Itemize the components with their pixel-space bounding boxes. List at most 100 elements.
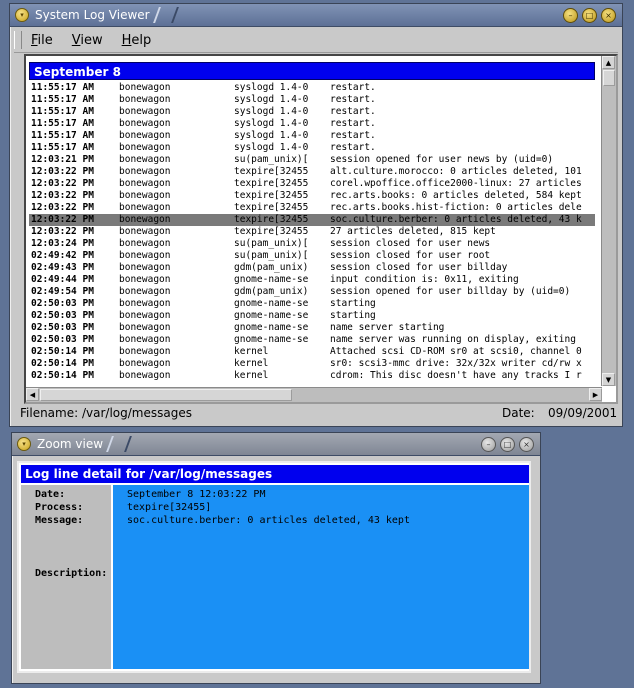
menubar-handle[interactable] <box>14 31 22 49</box>
scroll-up-icon[interactable]: ▲ <box>602 56 615 69</box>
log-row[interactable]: 11:55:17 AM bonewagon syslogd 1.4-0 restart… <box>29 130 595 142</box>
log-row[interactable]: 11:55:17 AM bonewagon syslogd 1.4-0 restart… <box>29 118 595 130</box>
window-menu-icon[interactable]: ▾ <box>15 8 29 22</box>
row-message: name server was running on display, exit… <box>330 334 576 345</box>
row-process: kernel <box>234 346 269 357</box>
row-process: texpire[32455 <box>234 166 309 177</box>
vertical-scroll-thumb[interactable] <box>603 70 615 86</box>
horizontal-scrollbar[interactable]: ◀ ▶ <box>26 387 602 402</box>
log-row[interactable]: 11:55:17 AM bonewagon syslogd 1.4-0 restart… <box>29 106 595 118</box>
row-process: kernel <box>234 370 269 381</box>
log-row[interactable]: 12:03:22 PM bonewagon texpire[32455 27 arti… <box>29 226 595 238</box>
row-time: 11:55:17 AM <box>31 82 94 93</box>
row-message: corel.wpoffice.office2000-linux: 27 arti… <box>330 178 582 189</box>
log-row[interactable]: 02:50:03 PM bonewagon gnome-name-se name se… <box>29 334 595 346</box>
log-row[interactable]: 12:03:24 PM bonewagon su(pam_unix)[session… <box>29 238 595 250</box>
row-message: soc.culture.berber: 0 articles deleted, … <box>330 214 582 225</box>
log-row[interactable]: 12:03:22 PM bonewagon texpire[32455 rec.art… <box>29 190 595 202</box>
row-host: bonewagon <box>119 262 171 273</box>
log-row[interactable]: 02:50:14 PM bonewagon kernel sr0: scsi3-mmc… <box>29 358 595 370</box>
log-row[interactable]: 11:55:17 AM bonewagon syslogd 1.4-0 restart… <box>29 142 595 154</box>
log-row[interactable]: 02:50:03 PM bonewagon gnome-name-se startin… <box>29 310 595 322</box>
close-icon[interactable]: × <box>601 8 616 23</box>
value-message: soc.culture.berber: 0 articles deleted, … <box>127 515 410 526</box>
row-message: rec.arts.books.hist-fiction: 0 articles … <box>330 202 582 213</box>
menu-file[interactable]: File <box>24 33 61 48</box>
log-row[interactable]: 02:49:44 PM bonewagon gnome-name-se input c… <box>29 274 595 286</box>
zoom-window-title: Zoom view <box>37 437 104 451</box>
row-time: 02:50:14 PM <box>31 346 94 357</box>
log-row[interactable]: 02:49:54 PM bonewagon gdm(pam_unix) session… <box>29 286 595 298</box>
row-message: starting <box>330 310 376 321</box>
log-row[interactable]: 12:03:22 PM bonewagon texpire[32455 alt.cul… <box>29 166 595 178</box>
log-row[interactable]: 02:50:14 PM bonewagon kernel Attached scsi … <box>29 346 595 358</box>
label-message: Message: <box>35 515 84 526</box>
log-row[interactable]: 12:03:21 PM bonewagon su(pam_unix)[session… <box>29 154 595 166</box>
row-process: texpire[32455 <box>234 190 309 201</box>
row-time: 02:50:03 PM <box>31 334 94 345</box>
scroll-down-icon[interactable]: ▼ <box>602 373 615 386</box>
scroll-right-icon[interactable]: ▶ <box>589 388 602 401</box>
row-time: 02:49:43 PM <box>31 262 94 273</box>
zoom-close-icon[interactable]: × <box>519 437 534 452</box>
log-row[interactable]: 12:03:22 PM bonewagon texpire[32455 corel.w… <box>29 178 595 190</box>
row-message: Attached scsi CD-ROM sr0 at scsi0, chann… <box>330 346 582 357</box>
log-row[interactable]: 02:50:03 PM bonewagon gnome-name-se name se… <box>29 322 595 334</box>
horizontal-scroll-thumb[interactable] <box>40 389 292 401</box>
minimize-icon[interactable]: – <box>563 8 578 23</box>
log-list[interactable]: September 8 11:55:17 AM bonewagon syslogd … <box>24 54 618 404</box>
zoom-minimize-icon[interactable]: – <box>481 437 496 452</box>
row-time: 11:55:17 AM <box>31 142 94 153</box>
menu-view[interactable]: View <box>65 33 111 48</box>
row-time: 12:03:22 PM <box>31 190 94 201</box>
row-process: syslogd 1.4-0 <box>234 82 309 93</box>
row-host: bonewagon <box>119 178 171 189</box>
log-rows[interactable]: 11:55:17 AM bonewagon syslogd 1.4-0 restart… <box>29 82 595 382</box>
scroll-left-icon[interactable]: ◀ <box>26 388 39 401</box>
row-time: 02:50:14 PM <box>31 370 94 381</box>
row-host: bonewagon <box>119 346 171 357</box>
log-row[interactable]: 02:50:03 PM bonewagon gnome-name-se startin… <box>29 298 595 310</box>
row-host: bonewagon <box>119 106 171 117</box>
row-host: bonewagon <box>119 286 171 297</box>
zoom-labels: Date: Process: Message: Description: <box>21 485 111 669</box>
vertical-scrollbar[interactable]: ▲ ▼ <box>601 56 616 386</box>
row-process: gnome-name-se <box>234 298 309 309</box>
log-row[interactable]: 12:03:22 PM bonewagon texpire[32455 rec.art… <box>29 202 595 214</box>
log-row[interactable]: 12:03:22 PM bonewagon texpire[32455 soc.cul… <box>29 214 595 226</box>
log-row[interactable]: 02:49:42 PM bonewagon su(pam_unix)[session… <box>29 250 595 262</box>
row-message: restart. <box>330 130 376 141</box>
row-process: gnome-name-se <box>234 322 309 333</box>
zoom-titlebar[interactable]: ▾ Zoom view – □ × <box>12 433 540 456</box>
row-process: gnome-name-se <box>234 334 309 345</box>
zoom-maximize-icon[interactable]: □ <box>500 437 515 452</box>
row-host: bonewagon <box>119 190 171 201</box>
log-row[interactable]: 02:49:43 PM bonewagon gdm(pam_unix) session… <box>29 262 595 274</box>
row-host: bonewagon <box>119 166 171 177</box>
row-message: restart. <box>330 94 376 105</box>
row-message: starting <box>330 298 376 309</box>
row-process: kernel <box>234 358 269 369</box>
row-message: cdrom: This disc doesn't have any tracks… <box>330 370 582 381</box>
row-time: 11:55:17 AM <box>31 130 94 141</box>
row-message: session closed for user billday <box>330 262 508 273</box>
row-host: bonewagon <box>119 118 171 129</box>
maximize-icon[interactable]: □ <box>582 8 597 23</box>
log-row[interactable]: 11:55:17 AM bonewagon syslogd 1.4-0 restart… <box>29 94 595 106</box>
row-host: bonewagon <box>119 310 171 321</box>
log-row[interactable]: 02:50:14 PM bonewagon kernel cdrom: This di… <box>29 370 595 382</box>
zoom-window-menu-icon[interactable]: ▾ <box>17 437 31 451</box>
zoom-view-window: ▾ Zoom view – □ × Log line detail for /v… <box>11 432 541 684</box>
date-header: September 8 <box>29 62 595 80</box>
row-process: texpire[32455 <box>234 226 309 237</box>
log-row[interactable]: 11:55:17 AM bonewagon syslogd 1.4-0 restart… <box>29 82 595 94</box>
label-process: Process: <box>35 502 84 513</box>
row-host: bonewagon <box>119 214 171 225</box>
status-filename: Filename: /var/log/messages <box>20 406 192 420</box>
menu-help[interactable]: Help <box>115 33 160 48</box>
row-host: bonewagon <box>119 202 171 213</box>
log-viewer-titlebar[interactable]: ▾ System Log Viewer – □ × <box>10 4 622 27</box>
row-time: 02:49:42 PM <box>31 250 94 261</box>
row-host: bonewagon <box>119 82 171 93</box>
row-message: rec.arts.books: 0 articles deleted, 584 … <box>330 190 582 201</box>
